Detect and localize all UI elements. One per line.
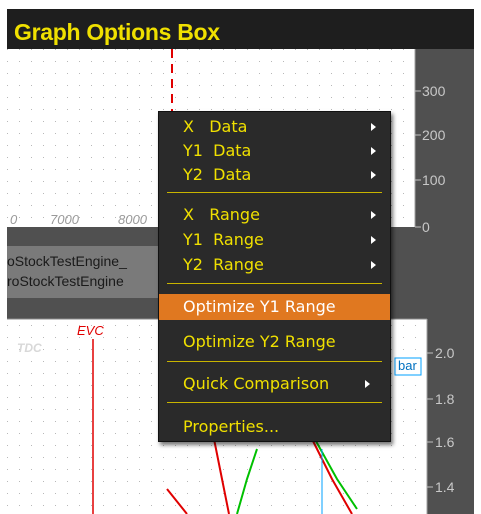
menu-item-label: Optimize Y2 Range — [183, 332, 336, 351]
upper-y-tick: 200 — [422, 127, 446, 143]
lower-y-tick: 1.8 — [435, 391, 455, 407]
upper-x-tick: 0 — [10, 212, 18, 227]
graph-context-menu: X Data Y1 Data Y2 Data X Range Y1 Range … — [158, 111, 391, 442]
file-label: roStockTestEngine — [7, 273, 124, 289]
menu-item-properties[interactable]: Properties... — [159, 415, 390, 438]
menu-item-x-data[interactable]: X Data — [159, 115, 390, 138]
submenu-arrow-icon — [371, 211, 376, 219]
menu-item-label: Y2 Data — [183, 165, 252, 184]
submenu-arrow-icon — [371, 123, 376, 131]
submenu-arrow-icon — [365, 380, 370, 388]
submenu-arrow-icon — [371, 171, 376, 179]
menu-item-quick-comparison[interactable]: Quick Comparison — [159, 372, 390, 395]
upper-x-tick: 7000 — [50, 212, 79, 227]
menu-item-optimize-y2-range[interactable]: Optimize Y2 Range — [159, 330, 390, 353]
menu-item-label: Properties... — [183, 417, 280, 436]
submenu-arrow-icon — [371, 236, 376, 244]
menu-item-label: X Data — [183, 117, 248, 136]
evc-marker-label: EVC — [77, 323, 104, 338]
menu-separator — [167, 192, 382, 193]
menu-item-y2-data[interactable]: Y2 Data — [159, 163, 390, 186]
lower-y-tick: 1.6 — [435, 434, 455, 450]
menu-item-label: X Range — [183, 205, 260, 224]
menu-separator — [167, 402, 382, 403]
submenu-arrow-icon — [371, 147, 376, 155]
upper-y-tick: 0 — [422, 219, 430, 235]
menu-item-y2-range[interactable]: Y2 Range — [159, 253, 390, 276]
menu-item-optimize-y1-range[interactable]: Optimize Y1 Range — [159, 294, 390, 320]
menu-separator — [167, 283, 382, 284]
menu-item-label: Optimize Y1 Range — [183, 297, 336, 316]
upper-x-tick: 8000 — [118, 212, 147, 227]
submenu-arrow-icon — [371, 261, 376, 269]
menu-item-label: Y1 Range — [183, 230, 264, 249]
menu-item-label: Quick Comparison — [183, 374, 330, 393]
lower-y-tick: 1.4 — [435, 479, 455, 495]
menu-item-label: Y1 Data — [183, 141, 252, 160]
upper-y-tick: 100 — [422, 172, 446, 188]
page-title: Graph Options Box — [14, 19, 220, 45]
upper-y-tick: 300 — [422, 83, 446, 99]
tdc-marker-label: TDC — [17, 341, 42, 355]
menu-item-x-range[interactable]: X Range — [159, 203, 390, 226]
menu-item-label: Y2 Range — [183, 255, 264, 274]
file-label: oStockTestEngine_ — [7, 253, 127, 269]
menu-item-y1-data[interactable]: Y1 Data — [159, 139, 390, 162]
menu-item-y1-range[interactable]: Y1 Range — [159, 228, 390, 251]
menu-separator — [167, 361, 382, 362]
lower-y-tick: 2.0 — [435, 345, 455, 361]
legend-tag: bar — [398, 358, 417, 373]
